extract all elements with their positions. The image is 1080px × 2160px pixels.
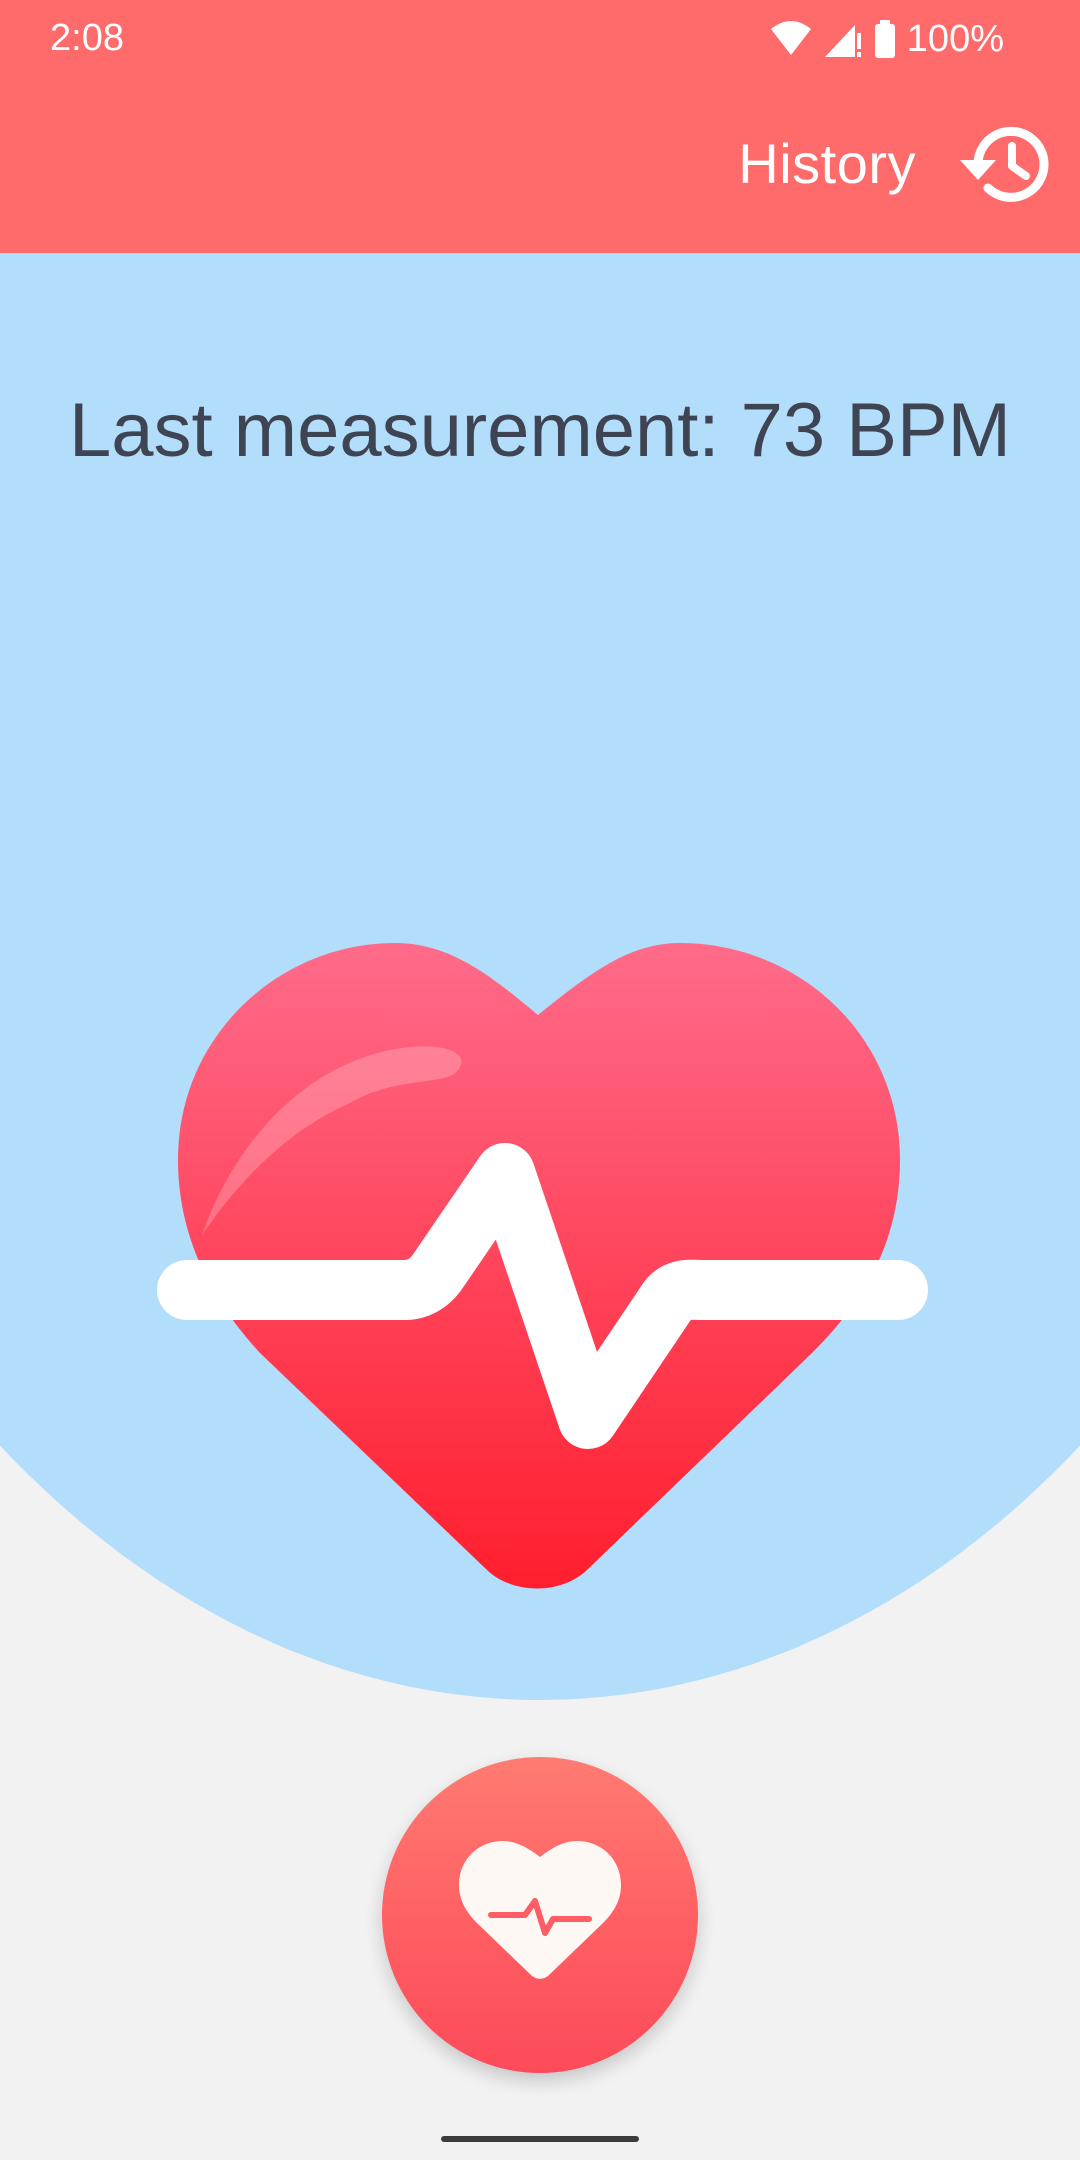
history-icon: [960, 126, 1049, 202]
heart-pulse-icon: [459, 1841, 621, 1979]
history-button[interactable]: History: [738, 120, 1050, 208]
last-measurement-text: Last measurement: 73 BPM: [69, 388, 1011, 473]
battery-percentage: 100%: [906, 18, 1004, 60]
battery-icon: [874, 20, 895, 58]
measure-button[interactable]: [382, 1757, 698, 2073]
wifi-icon: [770, 21, 811, 55]
status-time: 2:08: [50, 17, 124, 59]
heart-rate-screen: 2:08 100% History Last measurement: 73 B…: [0, 0, 1080, 2160]
status-icons: 100%: [769, 18, 1004, 60]
navigation-handle[interactable]: [441, 2136, 639, 2142]
app-bar: 2:08 100% History: [0, 0, 1080, 253]
heart-pulse-icon: [157, 943, 928, 1589]
history-label: History: [738, 132, 916, 195]
cell-signal-icon: [824, 25, 861, 57]
